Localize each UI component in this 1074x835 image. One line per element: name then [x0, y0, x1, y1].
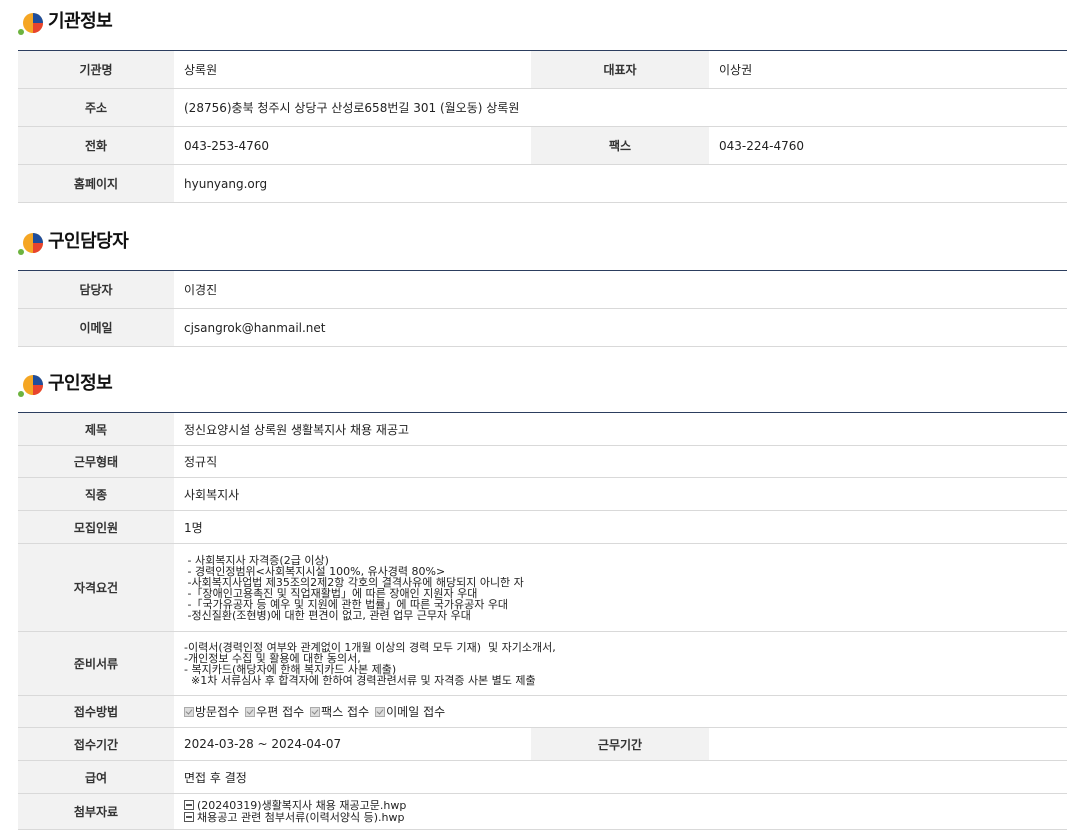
section-bullet-icon [18, 233, 43, 255]
work-period-value [709, 727, 1068, 761]
address-label: 주소 [18, 88, 174, 127]
table-row: 홈페이지 hyunyang.org [18, 164, 1067, 203]
documents-line: ※1차 서류심사 후 합격자에 한하여 경력관련서류 및 자격증 사본 별도 제… [184, 673, 536, 687]
fax-label: 팩스 [531, 126, 709, 165]
table-row: 모집인원 1명 [18, 510, 1068, 544]
contact-title: 구인담당자 [48, 231, 129, 252]
file-icon [184, 799, 194, 810]
org-info-header: 기관정보 [18, 0, 1067, 50]
contact-table: 담당자 이경진 이메일 cjsangrok@hanmail.net [18, 270, 1067, 347]
tel-label: 전화 [18, 126, 174, 165]
documents-line: -개인정보 수집 및 활용에 대한 동의서, [184, 651, 361, 665]
count-value: 1명 [174, 510, 1068, 544]
org-name-label: 기관명 [18, 50, 174, 89]
qualification-line: -사회복지사업법 제35조의2제2항 각호의 결격사유에 해당되지 아니한 자 [184, 575, 524, 589]
qualification-line: - 사회복지사 자격증(2급 이상) [184, 553, 329, 567]
org-info-section: 기관정보 기관명 상록원 대표자 이상권 주소 (28756)충북 청주시 상당… [18, 0, 1067, 203]
job-section: 구인정보 제목 정신요양시설 상록원 생활복지사 채용 재공고 근무형태 정규직… [18, 362, 1068, 830]
file-icon [184, 811, 194, 822]
section-bullet-icon [18, 375, 43, 397]
section-bullet-icon [18, 13, 43, 35]
table-row: 이메일 cjsangrok@hanmail.net [18, 308, 1067, 347]
contact-header: 구인담당자 [18, 220, 1067, 270]
table-row: 주소 (28756)충북 청주시 상당구 산성로658번길 301 (월오동) … [18, 88, 1067, 127]
qualification-value: - 사회복지사 자격증(2급 이상) - 경력인정범위<사회복지시설 100%,… [174, 543, 1068, 632]
method-value: 방문접수 우편 접수 팩스 접수 이메일 접수 [174, 695, 1068, 728]
tel-value: 043-253-4760 [174, 126, 531, 165]
count-label: 모집인원 [18, 510, 174, 544]
org-info-title: 기관정보 [48, 11, 113, 32]
documents-label: 준비서류 [18, 631, 174, 696]
checkbox-icon [184, 707, 194, 717]
fax-value: 043-224-4760 [709, 126, 1067, 165]
table-row: 첨부자료 (20240319)생활복지사 채용 재공고문.hwp 채용공고 관련… [18, 793, 1068, 830]
table-row: 준비서류 -이력서(경력인정 여부와 관계없이 1개월 이상의 경력 모두 기재… [18, 631, 1068, 696]
subject-label: 제목 [18, 412, 174, 446]
category-value: 사회복지사 [174, 477, 1068, 511]
table-row: 직종 사회복지사 [18, 477, 1068, 511]
qualification-line: -「국가유공자 등 예우 및 지원에 관한 법률」에 따른 국가유공자 우대 [184, 597, 509, 611]
rep-value: 이상권 [709, 50, 1067, 89]
org-name-value: 상록원 [174, 50, 531, 89]
category-label: 직종 [18, 477, 174, 511]
table-row: 급여 면접 후 결정 [18, 760, 1068, 794]
homepage-value: hyunyang.org [174, 164, 1067, 203]
table-row: 접수기간 2024-03-28 ~ 2024-04-07 근무기간 [18, 727, 1068, 761]
work-type-label: 근무형태 [18, 445, 174, 478]
work-period-label: 근무기간 [531, 727, 709, 761]
salary-value: 면접 후 결정 [174, 760, 1068, 794]
method-mail-checkbox[interactable]: 우편 접수 [245, 703, 304, 720]
address-value: (28756)충북 청주시 상당구 산성로658번길 301 (월오동) 상록원 [174, 88, 1067, 127]
org-info-table: 기관명 상록원 대표자 이상권 주소 (28756)충북 청주시 상당구 산성로… [18, 50, 1067, 203]
job-table: 제목 정신요양시설 상록원 생활복지사 채용 재공고 근무형태 정규직 직종 사… [18, 412, 1068, 830]
checkbox-icon [310, 707, 321, 717]
method-fax-checkbox[interactable]: 팩스 접수 [310, 703, 369, 720]
qualification-line: -「장애인고용촉진 및 직업재활법」에 따른 장애인 지원자 우대 [184, 586, 478, 600]
checkbox-icon [245, 707, 256, 717]
method-email-label: 이메일 접수 [386, 705, 446, 719]
table-row: 기관명 상록원 대표자 이상권 [18, 50, 1067, 89]
email-value: cjsangrok@hanmail.net [174, 308, 1067, 347]
job-header: 구인정보 [18, 362, 1067, 412]
qualification-label: 자격요건 [18, 543, 174, 632]
attachment-label: 첨부자료 [18, 793, 174, 830]
period-label: 접수기간 [18, 727, 174, 761]
period-value: 2024-03-28 ~ 2024-04-07 [174, 727, 531, 761]
documents-value: -이력서(경력인정 여부와 관계없이 1개월 이상의 경력 모두 기재) 및 자… [174, 631, 1068, 696]
person-value: 이경진 [174, 270, 1067, 309]
method-visit-label: 방문접수 [195, 705, 240, 719]
table-row: 접수방법 방문접수 우편 접수 팩스 접수 이메일 접수 [18, 695, 1068, 728]
salary-label: 급여 [18, 760, 174, 794]
method-fax-label: 팩스 접수 [321, 705, 370, 719]
person-label: 담당자 [18, 270, 174, 309]
table-row: 담당자 이경진 [18, 270, 1067, 309]
table-row: 근무형태 정규직 [18, 445, 1068, 478]
method-mail-label: 우편 접수 [256, 705, 305, 719]
contact-section: 구인담당자 담당자 이경진 이메일 cjsangrok@hanmail.net [18, 220, 1067, 347]
attachment-link[interactable]: 채용공고 관련 첨부서류(이력서양식 등).hwp [197, 811, 404, 824]
method-visit-checkbox[interactable]: 방문접수 [184, 703, 239, 720]
table-row: 제목 정신요양시설 상록원 생활복지사 채용 재공고 [18, 412, 1068, 446]
rep-label: 대표자 [531, 50, 709, 89]
documents-line: - 복지카드(해당자에 한해 복지카드 사본 제출) [184, 662, 397, 676]
job-title: 구인정보 [48, 373, 113, 394]
subject-value: 정신요양시설 상록원 생활복지사 채용 재공고 [174, 412, 1068, 446]
attachment-value: (20240319)생활복지사 채용 재공고문.hwp 채용공고 관련 첨부서류… [174, 793, 1068, 830]
method-label: 접수방법 [18, 695, 174, 728]
homepage-label: 홈페이지 [18, 164, 174, 203]
attachment-item: 채용공고 관련 첨부서류(이력서양식 등).hwp [184, 811, 1066, 824]
checkbox-icon [375, 707, 386, 717]
table-row: 자격요건 - 사회복지사 자격증(2급 이상) - 경력인정범위<사회복지시설 … [18, 543, 1068, 632]
documents-line: -이력서(경력인정 여부와 관계없이 1개월 이상의 경력 모두 기재) 및 자… [184, 640, 556, 654]
work-type-value: 정규직 [174, 445, 1068, 478]
qualification-line: - 경력인정범위<사회복지시설 100%, 유사경력 80%> [184, 564, 446, 578]
method-email-checkbox[interactable]: 이메일 접수 [375, 703, 445, 720]
email-label: 이메일 [18, 308, 174, 347]
qualification-line: -정신질환(조현병)에 대한 편견이 없고, 관련 업무 근무자 우대 [184, 608, 471, 622]
table-row: 전화 043-253-4760 팩스 043-224-4760 [18, 126, 1067, 165]
